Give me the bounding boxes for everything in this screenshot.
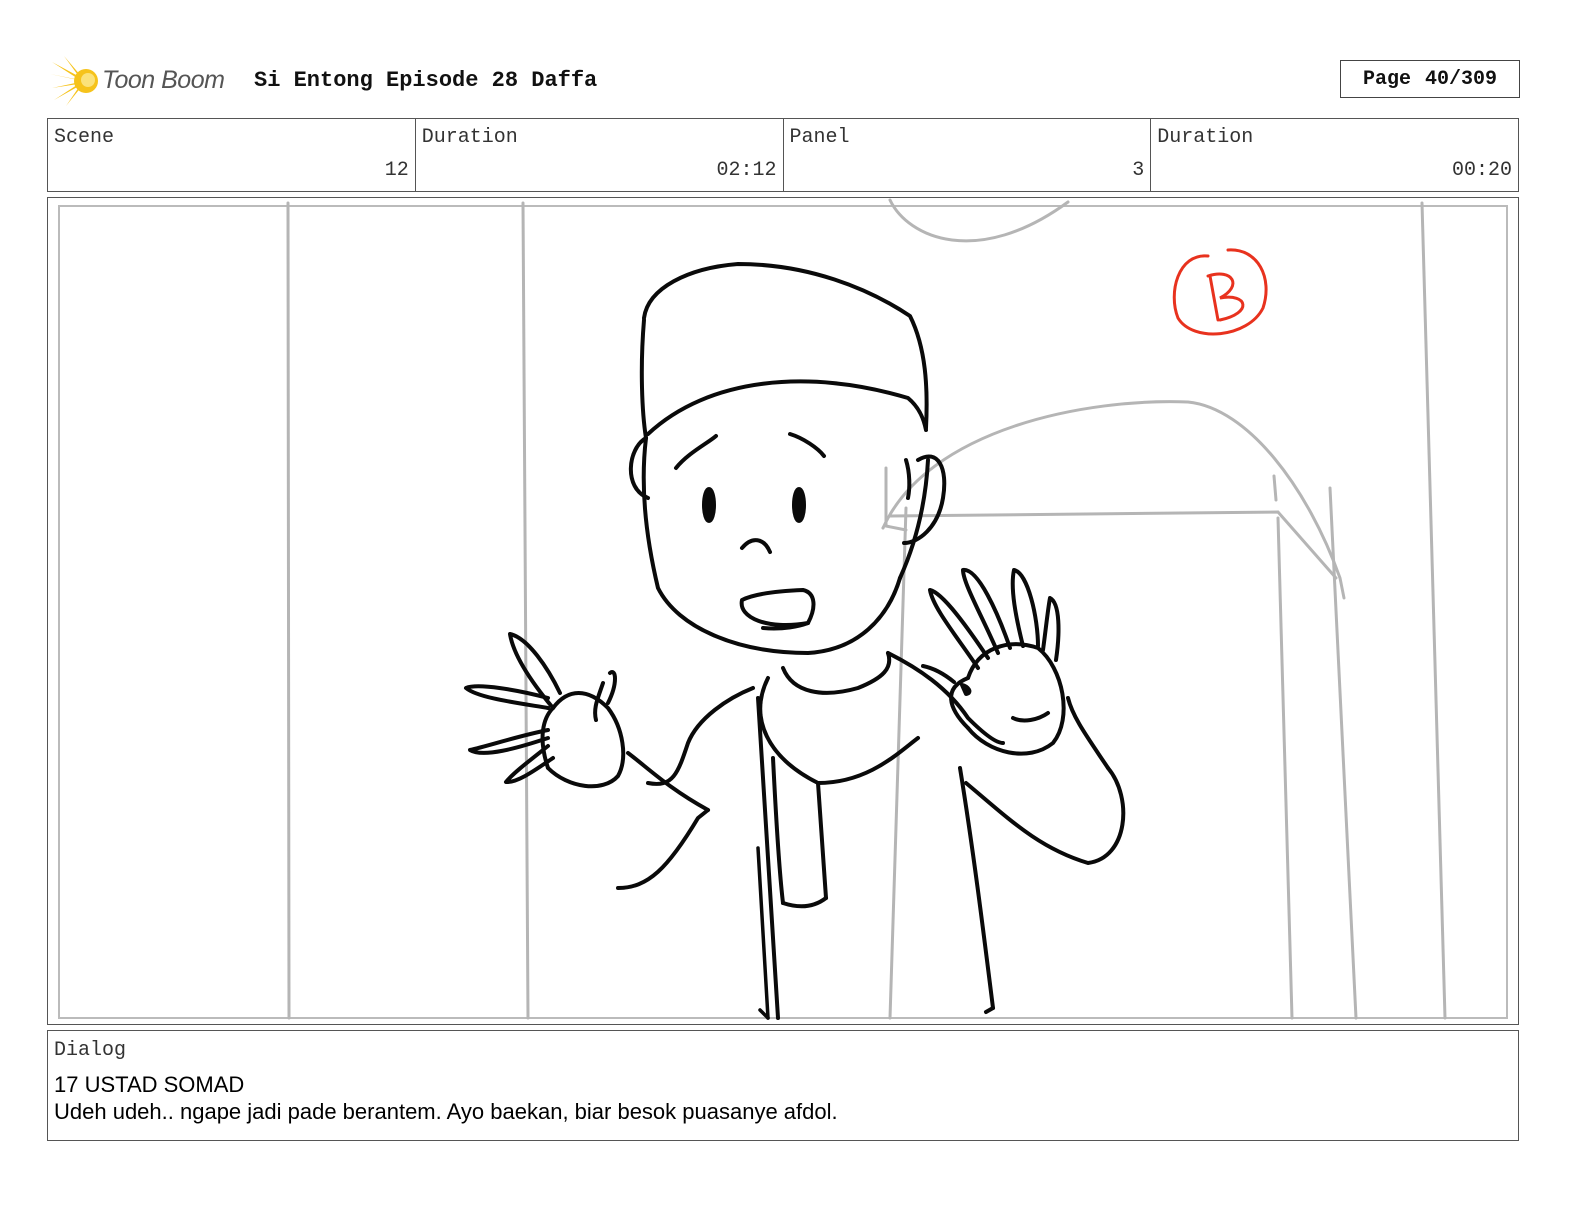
panel-cell: Panel 3 bbox=[784, 119, 1152, 191]
revision-b-mark bbox=[1172, 248, 1268, 336]
panel-sketch bbox=[58, 198, 1508, 1020]
scene-info-table: Scene 12 Duration 02:12 Panel 3 Duration… bbox=[47, 118, 1519, 192]
dialog-line: Udeh udeh.. ngape jadi pade berantem. Ay… bbox=[54, 1099, 838, 1124]
dialog-label: Dialog bbox=[54, 1039, 127, 1062]
starburst-icon bbox=[50, 56, 98, 106]
dialog-speaker: 17 USTAD SOMAD bbox=[54, 1072, 245, 1097]
background-pillars bbox=[286, 198, 1447, 1020]
scene-value: 12 bbox=[384, 159, 409, 182]
scene-cell: Scene 12 bbox=[48, 119, 416, 191]
toon-boom-logo: Toon Boom bbox=[50, 56, 240, 106]
panel-duration-value: 00:20 bbox=[1451, 159, 1512, 182]
scene-label: Scene bbox=[54, 126, 115, 149]
page-label: Page bbox=[1362, 67, 1411, 91]
page-indicator: Page 40/309 bbox=[1340, 60, 1520, 98]
body-lower bbox=[756, 846, 770, 1020]
scene-duration-cell: Duration 02:12 bbox=[416, 119, 784, 191]
page-number: 40/309 bbox=[1425, 67, 1498, 91]
scene-duration-value: 02:12 bbox=[716, 159, 777, 182]
scene-duration-label: Duration bbox=[421, 126, 518, 149]
document-title: Si Entong Episode 28 Daffa bbox=[254, 68, 598, 93]
panel-value: 3 bbox=[1132, 159, 1145, 182]
character-sketch bbox=[464, 262, 1126, 1020]
storyboard-panel bbox=[47, 197, 1519, 1025]
dialog-box: Dialog 17 USTAD SOMAD Udeh udeh.. ngape … bbox=[47, 1030, 1519, 1141]
panel-label: Panel bbox=[789, 126, 850, 149]
brand-name: Toon Boom bbox=[102, 66, 225, 94]
panel-duration-label: Duration bbox=[1157, 126, 1254, 149]
panel-duration-cell: Duration 00:20 bbox=[1151, 119, 1518, 191]
header: Toon Boom Si Entong Episode 28 Daffa Pag… bbox=[50, 54, 1520, 106]
